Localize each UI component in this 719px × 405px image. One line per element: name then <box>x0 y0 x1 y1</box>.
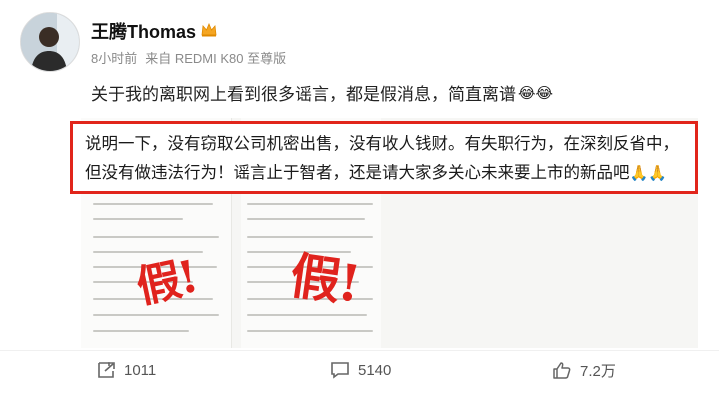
author-name-text: 王腾Thomas <box>91 22 197 42</box>
repost-icon <box>96 361 116 379</box>
statement-callout: 说明一下，没有窃取公司机密出售，没有收人钱财。有失职行为，在深刻反省中， 但没有… <box>70 121 698 194</box>
like-count: 7.2万 <box>580 362 616 380</box>
verified-crown-icon <box>201 21 217 42</box>
fake-stamp-left: 假! <box>132 251 201 314</box>
thumbs-up-icon <box>552 361 572 379</box>
avatar-photo <box>21 13 79 71</box>
statement-line-2: 但没有做违法行为！谣言止于智者，还是请大家多关心未来要上市的新品吧 <box>85 164 630 182</box>
author-avatar[interactable] <box>20 12 80 72</box>
post-meta: 8小时前 来自 REDMI K80 至尊版 <box>91 48 286 67</box>
comment-count: 5140 <box>358 361 392 379</box>
post-action-bar: 1011 5140 7.2万 <box>0 350 719 389</box>
repost-button[interactable]: 1011 <box>96 361 156 379</box>
statement-line-2-row: 但没有做违法行为！谣言止于智者，还是请大家多关心未来要上市的新品吧🙏🙏 <box>85 159 683 188</box>
post-time: 8小时前 <box>91 51 138 66</box>
laugh-cry-emoji-icon: 😂😂 <box>518 84 554 102</box>
like-button[interactable]: 7.2万 <box>552 360 616 381</box>
post-source: 来自 REDMI K80 至尊版 <box>145 51 287 66</box>
comment-icon <box>330 361 350 379</box>
repost-count: 1011 <box>124 361 157 379</box>
pray-emoji-icon: 🙏🙏 <box>629 165 667 182</box>
comment-button[interactable]: 5140 <box>330 361 391 379</box>
statement-line-1: 说明一下，没有窃取公司机密出售，没有收人钱财。有失职行为，在深刻反省中， <box>85 135 679 153</box>
post-text: 关于我的离职网上看到很多谣言，都是假消息，简直离谱 😂😂 <box>91 80 553 105</box>
post-headline: 关于我的离职网上看到很多谣言，都是假消息，简直离谱 <box>91 85 516 104</box>
fake-stamp-right: 假! <box>286 245 363 314</box>
author-name[interactable]: 王腾Thomas <box>91 18 217 44</box>
